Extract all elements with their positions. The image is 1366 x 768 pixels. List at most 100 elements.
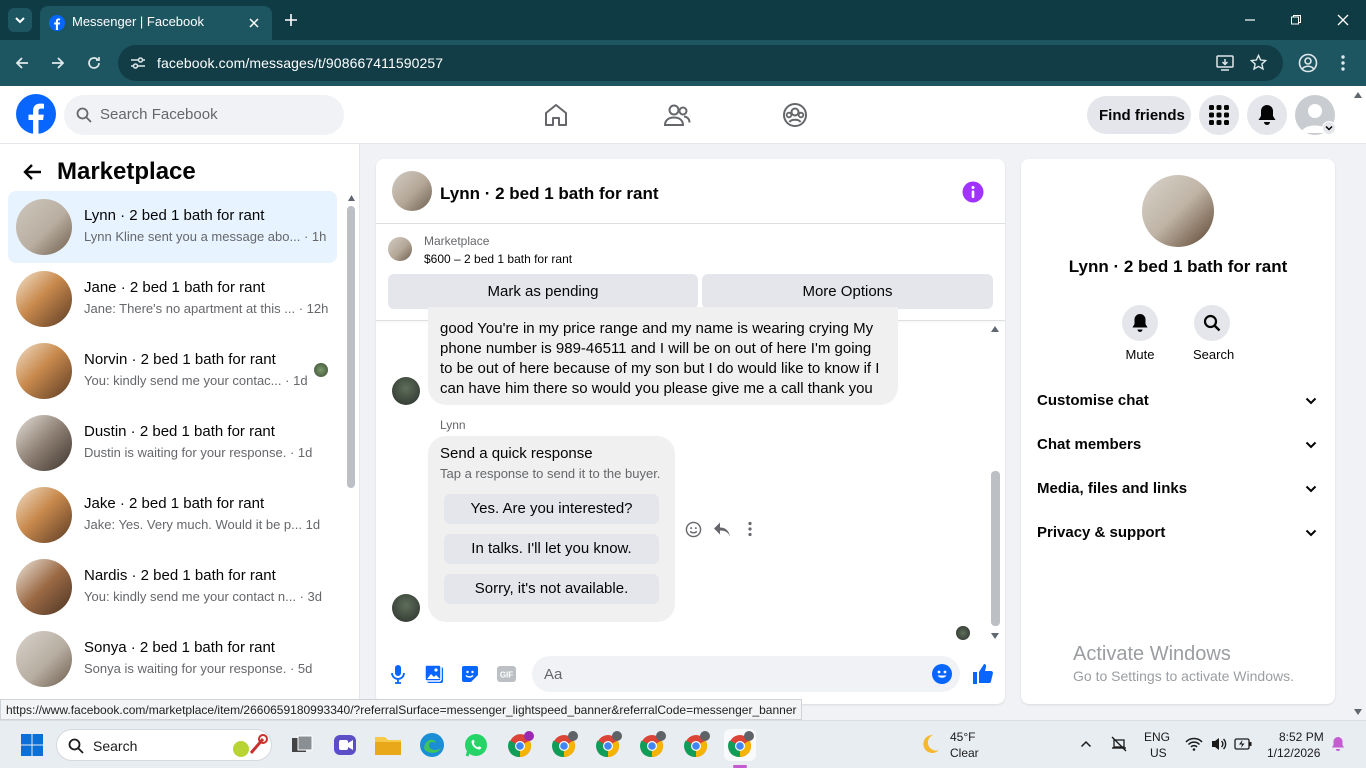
home-icon[interactable] [543, 103, 569, 127]
restore-icon[interactable] [1290, 14, 1302, 26]
weather-temp[interactable]: 45°F [950, 730, 975, 744]
chrome-profile-5-icon[interactable] [680, 729, 712, 761]
chat-title[interactable]: Lynn · 2 bed 1 bath for rant [440, 184, 659, 204]
scroll-up-icon[interactable] [990, 325, 1000, 333]
incoming-message[interactable]: good You're in my price range and my nam… [428, 307, 898, 405]
chat-scrollbar-thumb[interactable] [991, 471, 1000, 626]
react-emoji-icon[interactable] [685, 521, 702, 538]
wifi-icon[interactable] [1185, 736, 1203, 752]
list-scrollbar[interactable] [347, 194, 356, 494]
section-customise-chat[interactable]: Customise chat [1021, 389, 1335, 413]
chat-avatar[interactable] [392, 171, 432, 211]
account-chevron[interactable] [1322, 121, 1336, 135]
find-friends-label: Find friends [1099, 107, 1185, 124]
chrome-profile-1-icon[interactable] [504, 729, 536, 761]
language-line2[interactable]: US [1150, 746, 1167, 760]
quick-reply-not-available[interactable]: Sorry, it's not available. [444, 574, 659, 604]
conversation-item-lynn[interactable]: Lynn · 2 bed 1 bath for rant Lynn Kline … [8, 191, 337, 263]
gif-button[interactable]: GIF [497, 666, 516, 682]
facebook-search-input[interactable]: Search Facebook [64, 95, 344, 135]
chevron-up-icon[interactable] [1080, 739, 1092, 749]
bell-icon [1132, 314, 1148, 332]
chrome-profile-2-icon[interactable] [548, 729, 580, 761]
search-icon [76, 107, 92, 123]
chrome-profile-3-icon[interactable] [592, 729, 624, 761]
battery-icon[interactable] [1234, 737, 1252, 751]
conversation-item-jake[interactable]: Jake · 2 bed 1 bath for rant Jake: Yes. … [8, 479, 337, 551]
site-info-icon[interactable] [130, 56, 146, 70]
close-tab-icon[interactable] [248, 17, 260, 29]
forward-arrow-icon[interactable] [50, 55, 66, 71]
moon-weather-icon[interactable] [918, 732, 942, 756]
menu-button[interactable] [1199, 95, 1239, 135]
notification-bell-icon[interactable] [1331, 736, 1345, 752]
page-scroll-down-icon[interactable] [1353, 708, 1363, 716]
section-privacy-support[interactable]: Privacy & support [1021, 521, 1335, 545]
page-scroll-up-icon[interactable] [1353, 91, 1363, 99]
reply-icon[interactable] [713, 521, 731, 538]
mute-button[interactable]: Mute [1121, 305, 1159, 362]
address-bar[interactable]: facebook.com/messages/t/908667411590257 [118, 45, 1283, 81]
section-media-files-links[interactable]: Media, files and links [1021, 477, 1335, 501]
chrome-profile-4-icon[interactable] [636, 729, 668, 761]
groups-icon[interactable] [782, 102, 808, 128]
scroll-down-icon[interactable] [990, 632, 1000, 640]
tab-search-button[interactable] [8, 8, 32, 32]
mark-as-pending-button[interactable]: Mark as pending [388, 274, 698, 309]
profile-icon[interactable] [1298, 53, 1318, 73]
language-line1[interactable]: ENG [1144, 730, 1170, 744]
clock-time[interactable]: 8:52 PM [1279, 730, 1324, 744]
meet-app-icon[interactable] [329, 729, 361, 761]
microphone-icon[interactable] [390, 664, 406, 684]
info-icon[interactable] [962, 181, 984, 203]
sender-avatar[interactable] [392, 594, 420, 622]
message-input[interactable]: Aa [532, 656, 960, 692]
emoji-icon[interactable] [932, 664, 952, 684]
listing-title[interactable]: $600 – 2 bed 1 bath for rant [424, 252, 572, 266]
new-tab-icon[interactable] [284, 13, 298, 27]
friends-icon[interactable] [663, 103, 691, 127]
volume-icon[interactable] [1210, 736, 1228, 752]
minimize-icon[interactable] [1244, 14, 1256, 26]
chrome-active-icon[interactable] [724, 729, 756, 761]
file-explorer-icon[interactable] [372, 729, 404, 761]
photo-icon[interactable] [424, 664, 444, 684]
task-view-icon[interactable] [286, 729, 318, 761]
profile-photo[interactable] [1142, 175, 1214, 247]
close-window-icon[interactable] [1337, 14, 1349, 26]
search-chat-button[interactable]: Search [1193, 305, 1234, 362]
install-app-icon[interactable] [1216, 55, 1234, 71]
sticker-icon[interactable] [460, 664, 480, 684]
windows-start-icon[interactable] [21, 734, 43, 756]
back-arrow-icon[interactable] [22, 163, 42, 181]
more-options-button[interactable]: More Options [702, 274, 993, 309]
quick-reply-yes[interactable]: Yes. Are you interested? [444, 494, 659, 524]
more-actions-icon[interactable] [746, 521, 754, 537]
reload-icon[interactable] [86, 55, 102, 71]
notifications-button[interactable] [1247, 95, 1287, 135]
listing-thumbnail[interactable] [388, 237, 412, 261]
sender-avatar[interactable] [392, 377, 420, 405]
back-arrow-icon[interactable] [14, 55, 30, 71]
active-tab[interactable]: Messenger | Facebook [40, 6, 272, 40]
conversation-item-jane[interactable]: Jane · 2 bed 1 bath for rant Jane: There… [8, 263, 337, 335]
browser-menu-icon[interactable] [1338, 53, 1348, 73]
whatsapp-icon[interactable] [460, 729, 492, 761]
facebook-logo-icon[interactable] [16, 94, 56, 134]
bookmark-star-icon[interactable] [1250, 54, 1267, 71]
like-icon[interactable] [972, 663, 994, 685]
scrollbar-thumb[interactable] [347, 206, 355, 488]
clock-date[interactable]: 1/12/2026 [1267, 746, 1320, 760]
weather-desc[interactable]: Clear [950, 746, 979, 760]
quick-reply-in-talks[interactable]: In talks. I'll let you know. [444, 534, 659, 564]
chevron-down-icon [15, 17, 25, 24]
conversation-item-sonya[interactable]: Sonya · 2 bed 1 bath for rant Sonya is w… [8, 623, 337, 695]
find-friends-button[interactable]: Find friends [1087, 96, 1191, 134]
conversation-item-dustin[interactable]: Dustin · 2 bed 1 bath for rant Dustin is… [8, 407, 337, 479]
section-chat-members[interactable]: Chat members [1021, 433, 1335, 457]
no-network-icon[interactable] [1110, 736, 1128, 752]
conversation-item-nardis[interactable]: Nardis · 2 bed 1 bath for rant You: kind… [8, 551, 337, 623]
conversation-item-norvin[interactable]: Norvin · 2 bed 1 bath for rant You: kind… [8, 335, 337, 407]
taskbar-search[interactable]: Search [56, 729, 272, 761]
edge-browser-icon[interactable] [416, 729, 448, 761]
